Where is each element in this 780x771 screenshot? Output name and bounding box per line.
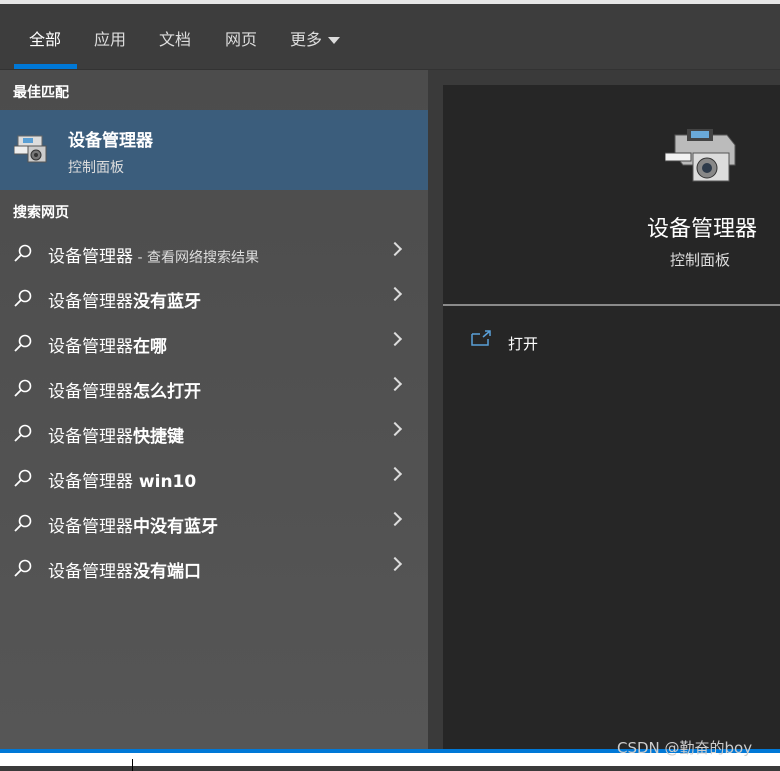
chevron-right-icon[interactable] (387, 241, 403, 257)
suggestion-text: 设备管理器怎么打开 (48, 377, 201, 402)
suggestion-base: 设备管理器 (48, 382, 133, 402)
tab-documents[interactable]: 文档 (159, 26, 191, 50)
tab-web[interactable]: 网页 (225, 26, 257, 50)
device-manager-large-icon (665, 129, 736, 182)
search-icon (14, 379, 32, 397)
search-icon (14, 514, 32, 532)
caret-down-icon (328, 37, 341, 44)
chevron-right-icon[interactable] (387, 376, 403, 392)
open-external-icon (471, 330, 491, 346)
suggestion-base: 设备管理器 (48, 247, 133, 267)
detail-title: 设备管理器 (647, 217, 758, 242)
best-match-title: 设备管理器 (68, 131, 153, 151)
search-icon (14, 334, 32, 352)
chevron-right-icon[interactable] (387, 511, 403, 527)
suggestion-base: 设备管理器 (48, 427, 133, 447)
best-match-subtitle: 控制面板 (68, 160, 124, 176)
best-match-result[interactable]: 设备管理器 控制面板 (0, 110, 428, 190)
web-suggestion[interactable]: 设备管理器 win10 (0, 455, 428, 500)
search-icon (14, 559, 32, 577)
text-cursor (132, 759, 133, 771)
suggestion-base: 设备管理器 (48, 517, 133, 537)
suggestion-hint: - 查看网络搜索结果 (133, 250, 259, 266)
suggestion-text: 设备管理器中没有蓝牙 (48, 512, 218, 537)
suggestion-suffix: 中没有蓝牙 (133, 517, 218, 537)
search-icon (14, 289, 32, 307)
suggestion-suffix: 快捷键 (133, 427, 184, 447)
suggestion-base: 设备管理器 (48, 337, 133, 357)
suggestion-suffix: 没有端口 (133, 562, 201, 582)
chevron-right-icon[interactable] (387, 331, 403, 347)
device-manager-icon (14, 135, 47, 163)
tab-apps[interactable]: 应用 (94, 26, 126, 50)
watermark: CSDN @勤奋的boy (617, 739, 753, 757)
suggestion-suffix: win10 (133, 472, 197, 492)
search-icon (14, 469, 32, 487)
chevron-right-icon[interactable] (387, 421, 403, 437)
web-suggestion[interactable]: 设备管理器在哪 (0, 320, 428, 365)
detail-panel: 设备管理器 控制面板 打开 (443, 85, 780, 750)
search-icon (14, 424, 32, 442)
search-icon (14, 244, 32, 262)
web-suggestion[interactable]: 设备管理器快捷键 (0, 410, 428, 455)
active-tab-indicator (14, 64, 77, 69)
suggestion-text: 设备管理器快捷键 (48, 422, 184, 447)
web-suggestion[interactable]: 设备管理器中没有蓝牙 (0, 500, 428, 545)
open-label: 打开 (508, 335, 539, 353)
web-suggestion[interactable]: 设备管理器没有端口 (0, 545, 428, 590)
filter-tabs: 全部 应用 文档 网页 更多 (0, 4, 780, 70)
chevron-right-icon[interactable] (387, 466, 403, 482)
web-search-heading: 搜索网页 (13, 205, 69, 221)
best-match-heading: 最佳匹配 (13, 85, 69, 101)
suggestion-text: 设备管理器 win10 (48, 467, 196, 492)
tab-all[interactable]: 全部 (29, 26, 61, 50)
detail-divider (443, 304, 780, 306)
tab-more-label: 更多 (290, 30, 323, 49)
suggestion-suffix: 在哪 (133, 337, 167, 357)
web-suggestion[interactable]: 设备管理器没有蓝牙 (0, 275, 428, 320)
tab-more[interactable]: 更多 (290, 26, 341, 50)
open-action[interactable]: 打开 (471, 330, 591, 354)
suggestion-text: 设备管理器 - 查看网络搜索结果 (48, 242, 259, 267)
suggestion-text: 设备管理器没有蓝牙 (48, 287, 201, 312)
suggestion-text: 设备管理器没有端口 (48, 557, 201, 582)
suggestion-base: 设备管理器 (48, 472, 133, 492)
web-suggestion[interactable]: 设备管理器 - 查看网络搜索结果 (0, 230, 428, 275)
suggestion-suffix: 没有蓝牙 (133, 292, 201, 312)
suggestion-text: 设备管理器在哪 (48, 332, 167, 357)
web-suggestion[interactable]: 设备管理器怎么打开 (0, 365, 428, 410)
chevron-right-icon[interactable] (387, 556, 403, 572)
suggestion-suffix: 怎么打开 (133, 382, 201, 402)
detail-subtitle: 控制面板 (670, 251, 731, 269)
suggestion-base: 设备管理器 (48, 292, 133, 312)
suggestion-base: 设备管理器 (48, 562, 133, 582)
results-panel: 最佳匹配 设备管理器 控制面板 搜索网页 设备管理器 - 查看网络搜索结果 设备… (0, 70, 428, 750)
chevron-right-icon[interactable] (387, 286, 403, 302)
